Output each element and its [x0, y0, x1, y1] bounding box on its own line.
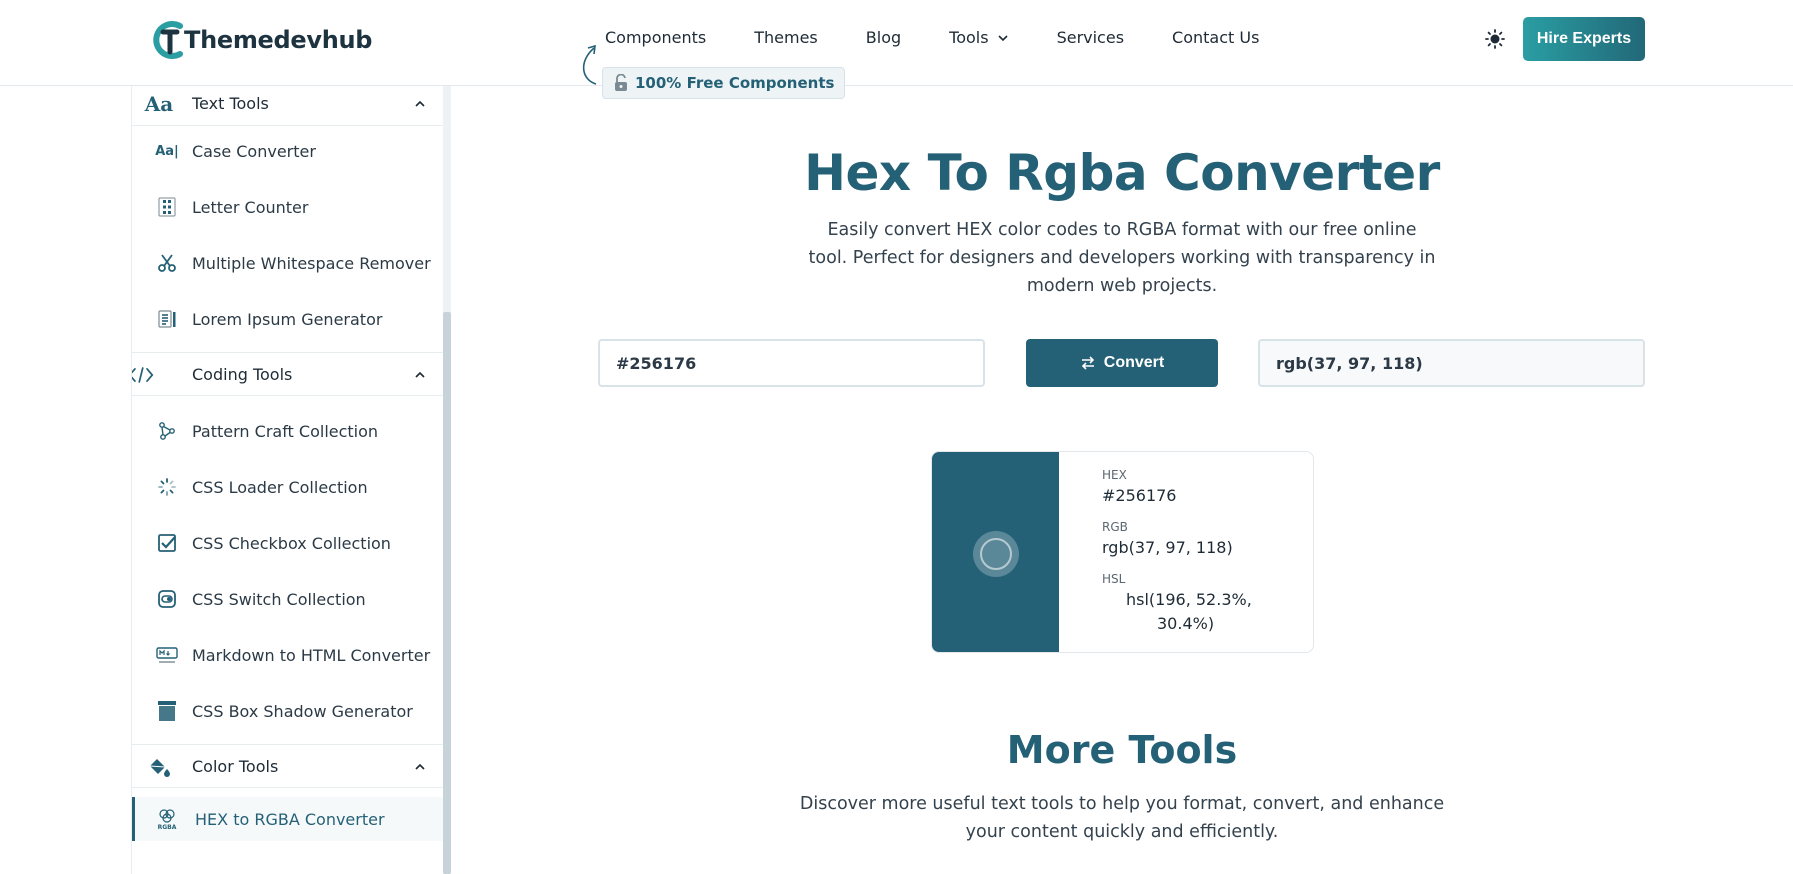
nav-services[interactable]: Services [1057, 28, 1124, 47]
sidebar-item-label: CSS Box Shadow Generator [192, 701, 413, 721]
nodes-icon [156, 420, 178, 442]
swap-arrows-icon [1081, 356, 1094, 370]
chevron-up-icon [415, 371, 425, 378]
document-icon [156, 308, 178, 330]
more-tools-title: More Tools [1006, 728, 1238, 772]
color-picker-ring-icon[interactable] [973, 531, 1019, 577]
nav-blog-label: Blog [865, 28, 902, 47]
rgba-palette-icon: RGBA [156, 808, 178, 831]
switch-icon [156, 588, 178, 610]
spinner-icon [156, 476, 178, 498]
nav-components-label: Components [605, 28, 707, 47]
paint-bucket-icon [146, 755, 172, 779]
sidebar-item-hex-rgba[interactable]: RGBA HEX to RGBA Converter [132, 797, 443, 841]
hex-value: #256176 [1102, 486, 1177, 505]
nav-contact-label: Contact Us [1172, 28, 1260, 47]
hsl-label: HSL [1102, 572, 1126, 586]
convert-button-label: Convert [1103, 354, 1165, 371]
counter-icon [156, 196, 178, 218]
nav-services-label: Services [1056, 28, 1125, 47]
section-color-tools[interactable]: Color Tools [132, 744, 443, 788]
scissors-icon [156, 252, 178, 274]
markdown-icon [156, 644, 178, 666]
case-icon: Aa| [155, 143, 179, 159]
svg-text:RGBA: RGBA [158, 824, 177, 831]
sidebar-item-label: Lorem Ipsum Generator [192, 309, 383, 329]
rgb-label: RGB [1102, 520, 1128, 534]
nav-tools[interactable]: Tools [949, 28, 1008, 47]
more-tools-description: Discover more useful text tools to help … [799, 794, 1445, 842]
sidebar-item-pattern-craft[interactable]: Pattern Craft Collection [132, 409, 443, 453]
free-components-badge[interactable]: 100% Free Components [602, 67, 846, 99]
rgb-output-field[interactable] [1258, 339, 1645, 387]
text-aa-icon: Aa [144, 92, 174, 116]
theme-toggle-sun-icon[interactable] [1484, 28, 1506, 50]
hex-input[interactable] [598, 339, 985, 387]
hire-experts-button[interactable]: Hire Experts [1523, 17, 1645, 61]
unlock-icon [615, 74, 627, 91]
nav-contact[interactable]: Contact Us [1172, 28, 1259, 47]
sidebar-item-label: Multiple Whitespace Remover [192, 253, 431, 273]
nav-components[interactable]: Components [605, 28, 706, 47]
convert-button[interactable]: Convert [1026, 339, 1218, 387]
sidebar-item-label: HEX to RGBA Converter [195, 809, 385, 829]
rgb-value: rgb(37, 97, 118) [1102, 538, 1233, 557]
chevron-down-icon [997, 34, 1008, 41]
color-result-card: HEX #256176 RGB rgb(37, 97, 118) HSL hsl… [931, 451, 1314, 653]
sidebar-item-markdown-html[interactable]: Markdown to HTML Converter [132, 633, 443, 677]
sidebar-item-letter-counter[interactable]: Letter Counter [132, 185, 443, 229]
sidebar-scrollbar-thumb[interactable] [443, 312, 451, 874]
section-color-tools-label: Color Tools [192, 756, 279, 776]
hex-label: HEX [1102, 468, 1127, 482]
section-text-tools-label: Text Tools [192, 94, 269, 113]
site-header: Themedevhub Components Themes Blog Tools… [0, 0, 1793, 86]
hsl-value-line1: hsl(196, 52.3%, [1126, 590, 1252, 609]
chevron-up-icon [415, 763, 425, 770]
sidebar-item-box-shadow[interactable]: CSS Box Shadow Generator [132, 689, 443, 733]
logo[interactable]: Themedevhub [150, 18, 372, 62]
main-nav: Components Themes Blog Tools Services Co… [605, 28, 1307, 47]
nav-themes-label: Themes [754, 28, 818, 47]
logo-text: Themedevhub [184, 26, 373, 54]
sidebar-item-label: CSS Switch Collection [192, 589, 366, 609]
sidebar-item-label: CSS Loader Collection [192, 477, 368, 497]
sidebar-item-css-switch[interactable]: CSS Switch Collection [132, 577, 443, 621]
sidebar-item-case-converter[interactable]: Aa| Case Converter [132, 129, 443, 173]
free-components-label: 100% Free Components [635, 74, 835, 92]
page-title: Hex To Rgba Converter [804, 144, 1440, 202]
section-text-tools[interactable]: Aa Text Tools [132, 86, 443, 126]
nav-themes[interactable]: Themes [754, 28, 818, 47]
sidebar-item-css-loader[interactable]: CSS Loader Collection [132, 465, 443, 509]
sidebar-item-label: Markdown to HTML Converter [192, 645, 431, 665]
page-description: Easily convert HEX color codes to RGBA f… [808, 220, 1436, 296]
box-icon [156, 700, 178, 722]
checkbox-icon [156, 532, 178, 554]
nav-tools-label: Tools [949, 28, 989, 47]
sidebar-item-whitespace-remover[interactable]: Multiple Whitespace Remover [132, 241, 443, 285]
sidebar-item-label: Case Converter [192, 141, 316, 161]
sidebar-item-label: CSS Checkbox Collection [192, 533, 391, 553]
sidebar-item-lorem-ipsum[interactable]: Lorem Ipsum Generator [132, 297, 443, 341]
nav-blog[interactable]: Blog [866, 28, 901, 47]
sidebar-item-label: Letter Counter [192, 197, 309, 217]
tools-sidebar: Aa Text Tools Aa| Case Converter Letter … [131, 86, 443, 874]
code-icon [132, 363, 154, 387]
sidebar-item-label: Pattern Craft Collection [192, 421, 379, 441]
chevron-up-icon [415, 100, 425, 107]
sidebar-item-css-checkbox[interactable]: CSS Checkbox Collection [132, 521, 443, 565]
logo-mark-icon [150, 18, 188, 62]
hsl-value-line2: 30.4%) [1157, 614, 1215, 633]
section-coding-tools[interactable]: Coding Tools [132, 352, 443, 396]
color-swatch [932, 452, 1059, 652]
section-coding-tools-label: Coding Tools [192, 364, 293, 384]
